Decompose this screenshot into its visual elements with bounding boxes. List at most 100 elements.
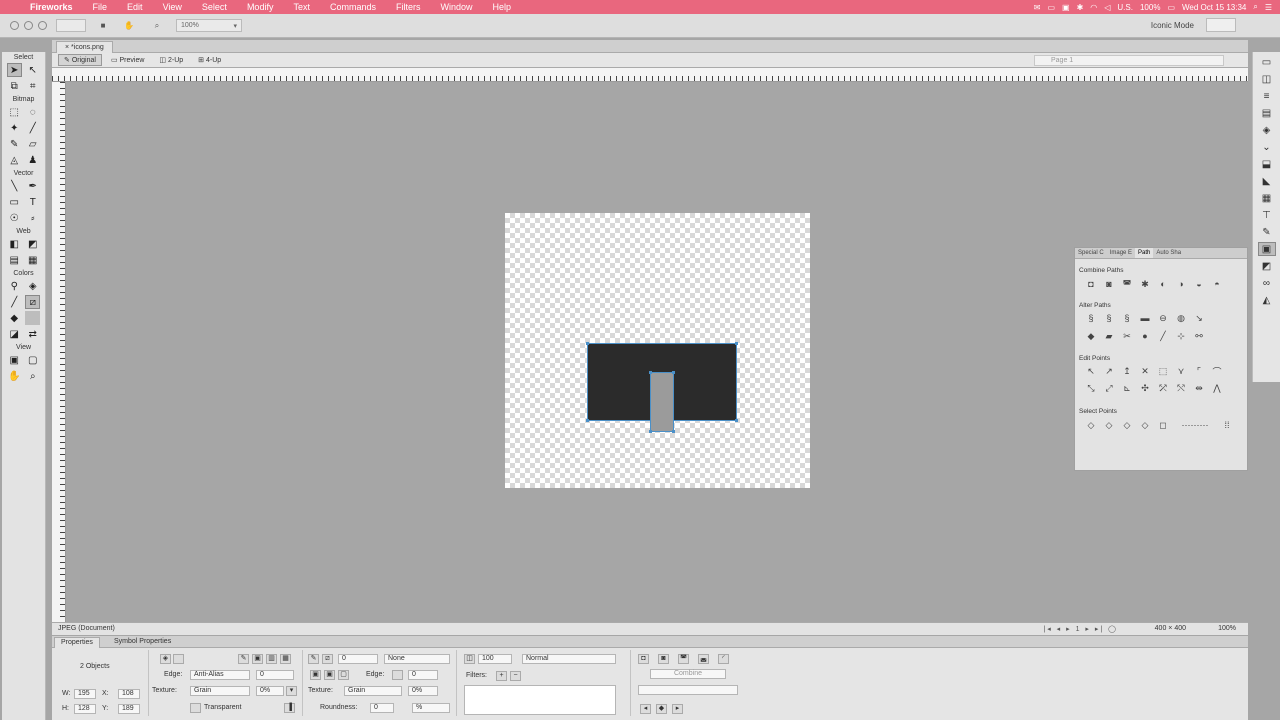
fill-options-icon[interactable]: ✎ bbox=[238, 654, 249, 664]
move-points-icon[interactable]: ⊾ bbox=[1121, 382, 1133, 394]
x-field[interactable]: 108 bbox=[118, 689, 140, 699]
tab-image-editing[interactable]: Image E bbox=[1107, 248, 1135, 258]
width-field[interactable]: 195 bbox=[74, 689, 96, 699]
volume-icon[interactable]: ◁ bbox=[1104, 3, 1110, 12]
tab-path[interactable]: Path bbox=[1135, 248, 1154, 258]
add-filter-button[interactable]: + bbox=[496, 671, 507, 681]
transparent-checkbox[interactable] bbox=[190, 703, 201, 713]
workspace-switcher[interactable]: Iconic Mode bbox=[1151, 21, 1194, 30]
anchor-options-icon[interactable]: ⊹ bbox=[1175, 330, 1187, 342]
crop-path-icon[interactable]: ✱ bbox=[1139, 278, 1151, 290]
expand-stroke-icon[interactable]: ▬ bbox=[1139, 312, 1151, 324]
fillet-points-icon[interactable]: ◍ bbox=[1175, 312, 1187, 324]
combine-button[interactable]: Combine bbox=[650, 669, 726, 679]
menu-app-name[interactable]: Fireworks bbox=[26, 2, 83, 12]
hand-tool-icon[interactable]: ✋ bbox=[122, 19, 136, 32]
swap-colors-icon[interactable]: ⇄ bbox=[25, 327, 40, 341]
fill-to-stroke-icon[interactable]: ◆ bbox=[1085, 330, 1097, 342]
eraser-tool-icon[interactable]: ▱ bbox=[25, 137, 40, 151]
break-point-icon[interactable]: ⬚ bbox=[1157, 365, 1169, 377]
battery-level[interactable]: 100% bbox=[1140, 3, 1160, 12]
zoom-window-icon[interactable] bbox=[38, 21, 47, 30]
rotate-points-icon[interactable]: ⤲ bbox=[1175, 382, 1187, 394]
fill-solid-icon[interactable]: ▣ bbox=[252, 654, 263, 664]
stroke-center-icon[interactable]: ▣ bbox=[324, 670, 335, 680]
stroke-inside-icon[interactable]: ▣ bbox=[310, 670, 321, 680]
select-bounding-points-icon[interactable]: ⁞⁞ bbox=[1221, 419, 1233, 431]
fill-bucket-icon[interactable]: ◈ bbox=[160, 654, 171, 664]
subtract-point-icon[interactable]: ↗ bbox=[1103, 365, 1115, 377]
texture-amount-field[interactable]: 0% bbox=[256, 686, 284, 696]
anchor-point[interactable] bbox=[586, 342, 589, 345]
layers-panel-icon[interactable]: ≡ bbox=[1258, 89, 1276, 103]
select-previous-point-icon[interactable]: ◇ bbox=[1139, 419, 1151, 431]
tab-special-characters[interactable]: Special C bbox=[1075, 248, 1107, 258]
menu-text[interactable]: Text bbox=[283, 2, 320, 12]
paint-bucket-tool-icon[interactable]: ◈ bbox=[25, 279, 40, 293]
select-first-point-icon[interactable]: ◇ bbox=[1103, 419, 1115, 431]
canvas-dimensions[interactable]: 400 × 400 bbox=[1155, 625, 1186, 632]
nudge-points-icon[interactable]: ✣ bbox=[1139, 382, 1151, 394]
battery-icon[interactable]: ▭ bbox=[1167, 3, 1175, 12]
search-field[interactable] bbox=[1206, 18, 1236, 32]
swatches-panel-icon[interactable]: ▦ bbox=[1258, 191, 1276, 205]
mail-icon[interactable]: ✉ bbox=[1034, 3, 1041, 12]
document-tab[interactable]: × *icons.png bbox=[56, 41, 113, 53]
library-panel-icon[interactable]: ⌄ bbox=[1258, 140, 1276, 154]
select-points-range-icon[interactable]: ⋯⋯⋯ bbox=[1175, 419, 1215, 431]
y-field[interactable]: 189 bbox=[118, 704, 140, 714]
join-path-icon[interactable]: ◑ bbox=[1175, 278, 1187, 290]
gray-rectangle-shape[interactable] bbox=[650, 372, 674, 432]
pen-tool-icon[interactable]: ✒ bbox=[25, 179, 40, 193]
crop-icon[interactable]: ◛ bbox=[698, 654, 709, 664]
stroke-outside-icon[interactable]: ▢ bbox=[338, 670, 349, 680]
flatten-icon[interactable]: ✂ bbox=[1121, 330, 1133, 342]
stroke-pencil-icon[interactable]: ✎ bbox=[308, 654, 319, 664]
intersect-icon[interactable]: ◙ bbox=[658, 654, 669, 664]
clock[interactable]: Wed Oct 15 13:34 bbox=[1182, 3, 1246, 12]
menu-view[interactable]: View bbox=[153, 2, 192, 12]
menu-filters[interactable]: Filters bbox=[386, 2, 431, 12]
curve-point-icon[interactable]: ⌒ bbox=[1211, 365, 1223, 377]
spotlight-icon[interactable]: ⌕ bbox=[1253, 2, 1257, 12]
hotspot-tool-icon[interactable]: ◧ bbox=[7, 237, 22, 251]
anchor-point[interactable] bbox=[649, 371, 652, 374]
states-panel-icon[interactable]: ◫ bbox=[1258, 72, 1276, 86]
common-library-icon[interactable]: ⬓ bbox=[1258, 157, 1276, 171]
scale-tool-icon[interactable]: ⧉ bbox=[7, 79, 22, 93]
divide-path-icon[interactable]: ◓ bbox=[1211, 278, 1223, 290]
add-point-icon[interactable]: ↖ bbox=[1085, 365, 1097, 377]
standard-screen-icon[interactable]: ▣ bbox=[7, 353, 22, 367]
path-link-icon[interactable]: ⚯ bbox=[1193, 330, 1205, 342]
view-4up-button[interactable]: ⊞ 4-Up bbox=[192, 54, 227, 66]
stroke-type-select[interactable]: None bbox=[384, 654, 450, 664]
height-field[interactable]: 128 bbox=[74, 704, 96, 714]
path-align-left-icon[interactable]: ◂ bbox=[640, 704, 651, 714]
split-path-icon[interactable]: ◐ bbox=[1157, 278, 1169, 290]
stroke-none-swatch[interactable]: ⧄ bbox=[25, 295, 41, 309]
remove-filter-button[interactable]: − bbox=[510, 671, 521, 681]
display-icon[interactable]: ▭ bbox=[1047, 3, 1055, 12]
punch-icon[interactable]: ◚ bbox=[678, 654, 689, 664]
roundness-unit-select[interactable]: % bbox=[412, 703, 450, 713]
zoom-icon[interactable]: ⌕ bbox=[25, 369, 40, 383]
select-all-points-icon[interactable]: ◇ bbox=[1085, 419, 1097, 431]
select-next-point-icon[interactable]: ◻ bbox=[1157, 419, 1169, 431]
view-preview-button[interactable]: ▭ Preview bbox=[105, 54, 150, 66]
texture-select[interactable]: Grain bbox=[190, 686, 250, 696]
knife-tool-icon[interactable]: ⸗ bbox=[25, 211, 40, 225]
freeform-tool-icon[interactable]: ☉ bbox=[7, 211, 22, 225]
reverse-path-icon[interactable]: ↘ bbox=[1193, 312, 1205, 324]
opacity-icon[interactable]: ◫ bbox=[464, 654, 475, 664]
tab-properties[interactable]: Properties bbox=[54, 637, 100, 648]
tab-auto-shape[interactable]: Auto Sha bbox=[1153, 248, 1184, 258]
taper-points-icon[interactable]: ⋀ bbox=[1211, 382, 1223, 394]
fill-options-button[interactable]: ▐ bbox=[284, 703, 295, 713]
rectangle-tool-icon[interactable]: ▭ bbox=[7, 195, 22, 209]
menu-select[interactable]: Select bbox=[192, 2, 237, 12]
view-2up-button[interactable]: ◫ 2-Up bbox=[153, 54, 189, 66]
convert-point-icon[interactable]: ↥ bbox=[1121, 365, 1133, 377]
stroke-edge-field[interactable]: 0 bbox=[408, 670, 438, 680]
hide-slices-icon[interactable]: ▤ bbox=[7, 253, 22, 267]
anchor-point[interactable] bbox=[649, 430, 652, 433]
